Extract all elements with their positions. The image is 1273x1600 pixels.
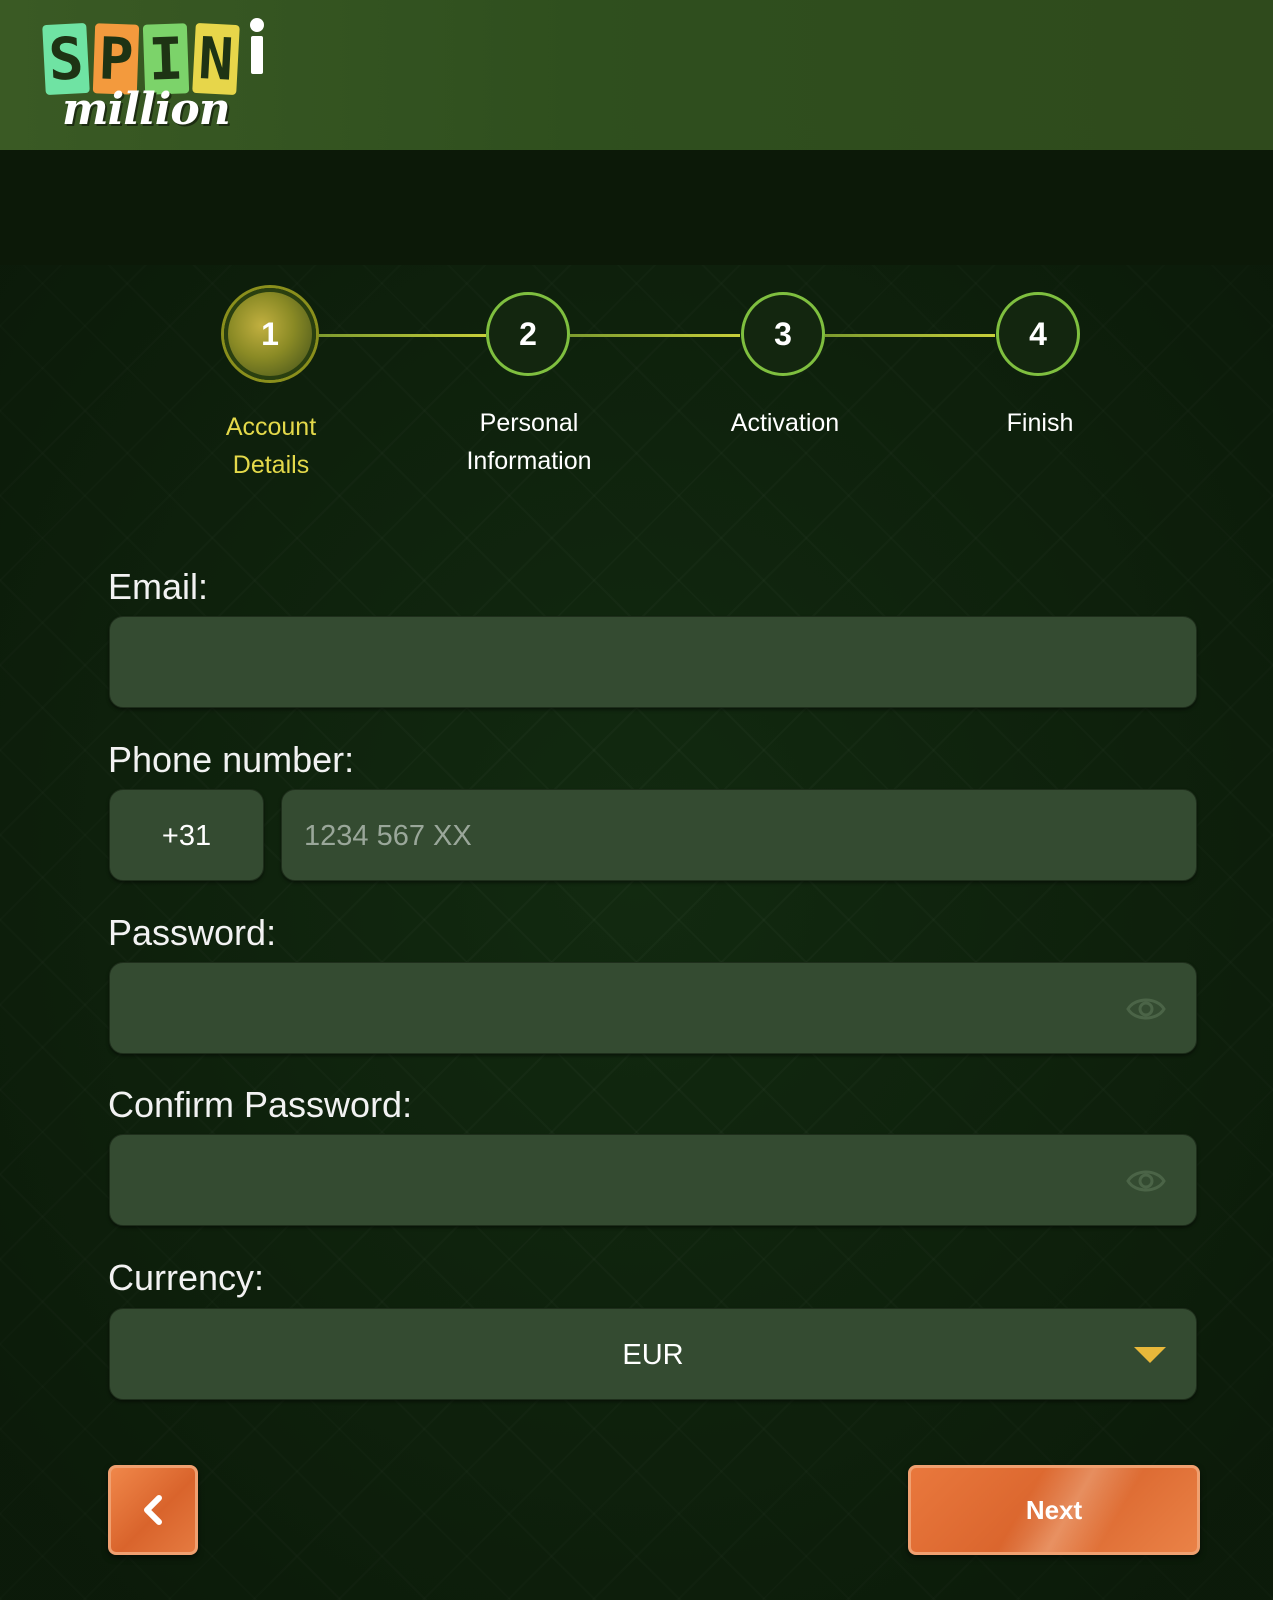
confirm-password-label: Confirm Password: [108,1084,413,1125]
password-field[interactable] [109,962,1197,1054]
step-2-label-line2: Information [466,447,592,475]
step-connector-2-3 [570,334,740,337]
password-label: Password: [108,912,277,953]
step-1-label: Account Details [171,408,371,484]
step-2-indicator: 2 [486,292,570,376]
step-1-label-line2: Details [232,451,310,479]
step-connector-3-4 [825,334,995,337]
country-code-select[interactable]: +31 [109,789,264,881]
step-4-indicator: 4 [996,292,1080,376]
spin-million-logo[interactable]: S P I N million [42,18,284,135]
step-1-indicator: 1 [224,288,316,380]
phone-input[interactable]: 1234 567 XX [281,789,1197,881]
back-button[interactable] [108,1465,198,1555]
step-2-label-line1: Personal [479,409,579,437]
country-code-value: +31 [161,820,212,852]
step-4-label-line1: Finish [1006,409,1074,437]
step-4-label: Finish [940,404,1140,442]
top-banner-strip [0,150,1273,265]
logo-figure-head [250,18,264,32]
currency-select[interactable]: EUR [109,1308,1197,1400]
eye-icon[interactable] [1126,991,1166,1027]
step-3-label: Activation [685,404,885,442]
logo-figure-body [251,36,263,74]
step-2-label: Personal Information [429,404,629,480]
next-button[interactable]: Next [908,1465,1200,1555]
email-label: Email: [108,566,209,607]
email-field[interactable] [109,616,1197,708]
phone-placeholder: 1234 567 XX [304,820,472,852]
step-connector-1-2 [316,334,486,337]
chevron-left-icon [144,1495,162,1525]
logo-word: million [62,84,231,135]
caret-down-icon [1134,1347,1166,1363]
site-header: S P I N million [0,0,1273,150]
next-button-label: Next [1025,1495,1083,1525]
step-3-label-line1: Activation [730,409,840,437]
currency-label: Currency: [108,1257,265,1298]
eye-icon[interactable] [1126,1163,1166,1199]
step-3-indicator: 3 [741,292,825,376]
confirm-password-field[interactable] [109,1134,1197,1226]
currency-selected-value: EUR [622,1339,684,1371]
step-1-label-line1: Account [225,413,317,441]
phone-label: Phone number: [108,739,355,780]
